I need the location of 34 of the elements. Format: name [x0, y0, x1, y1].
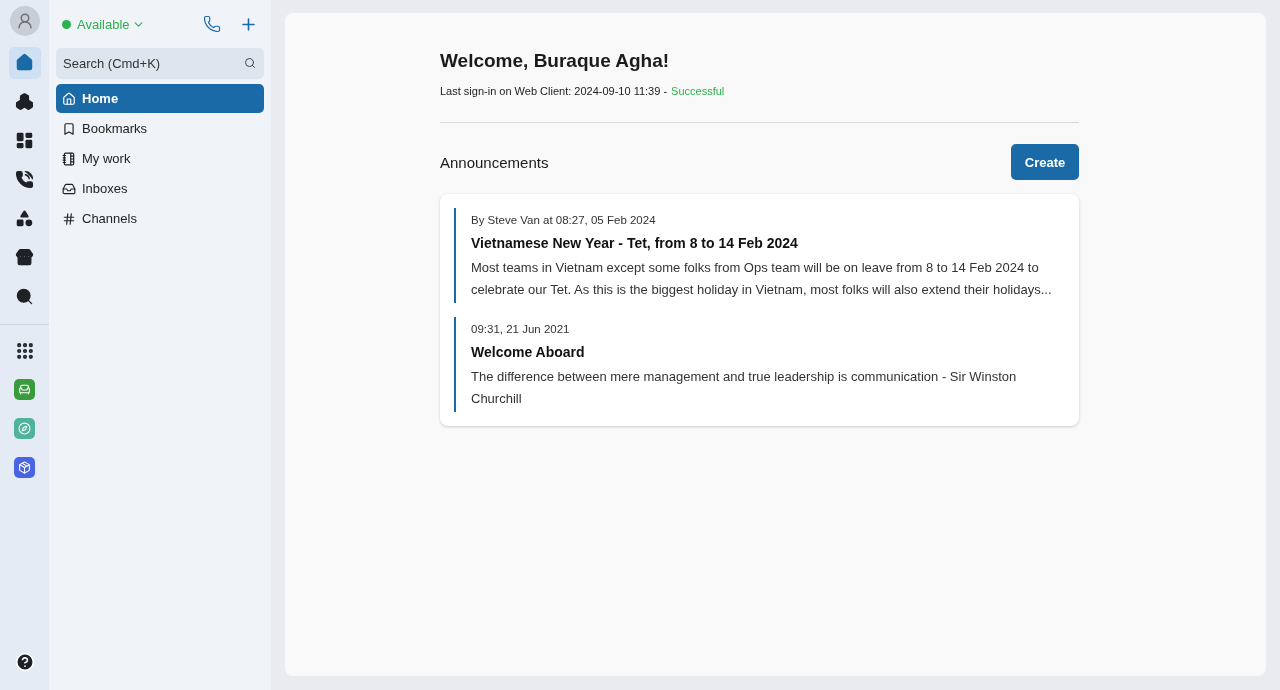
nav-item[interactable]: Channels	[56, 204, 264, 233]
announcement-body: Most teams in Vietnam except some folks from Ops team will be on leave from 8 to 14 Feb 2024 to celebrate our Tet. As this is the biggest holiday in Vietnam, most folks will also extend their holidays...	[471, 259, 1053, 299]
circles-icon	[15, 92, 34, 111]
announcement-body: The difference between mere management and true leadership is communication - Sir Winston Churchill	[471, 368, 1018, 408]
announcement-title[interactable]: Vietnamese New Year - Tet, from 8 to 14 Feb 2024	[471, 235, 1065, 251]
armchair-icon[interactable]	[14, 379, 35, 400]
announcement-meta: By Steve Van at 08:27, 05 Feb 2024	[471, 213, 657, 226]
home-icon	[15, 53, 34, 72]
status-dot	[62, 19, 71, 29]
search-icon	[244, 57, 256, 69]
inbox-icon	[62, 181, 76, 196]
user-avatar[interactable]	[9, 6, 40, 36]
announcement-meta: 09:31, 21 Jun 2021	[471, 322, 571, 335]
nav-item[interactable]: Bookmarks	[56, 114, 264, 143]
announcements-heading: Announcements	[440, 153, 549, 171]
nav-item[interactable]: My work	[56, 144, 264, 173]
nav-item[interactable]: Inboxes	[56, 174, 264, 203]
create-button[interactable]: Create	[1011, 144, 1079, 180]
phone-icon[interactable]	[203, 15, 221, 33]
shapes-icon	[15, 209, 34, 228]
last-signin-text: Last sign-in on Web Client: 2024-09-10 11:39 -	[440, 85, 668, 97]
list-icon	[62, 151, 76, 166]
box-icon[interactable]	[14, 457, 35, 478]
nav-item[interactable]: Home	[56, 84, 264, 113]
hash-icon	[62, 211, 76, 226]
phone-call-icon	[15, 170, 34, 189]
bookmark-icon	[62, 121, 76, 136]
welcome-title: Welcome, Buraque Agha!	[440, 50, 671, 72]
dashboard-icon	[15, 131, 34, 150]
home-icon	[62, 91, 76, 106]
search-field[interactable]: Search (Cmd+K)	[56, 48, 264, 79]
signin-status: Successful	[671, 85, 725, 97]
store-icon	[15, 248, 34, 267]
announcement-title[interactable]: Welcome Aboard	[471, 344, 1065, 360]
